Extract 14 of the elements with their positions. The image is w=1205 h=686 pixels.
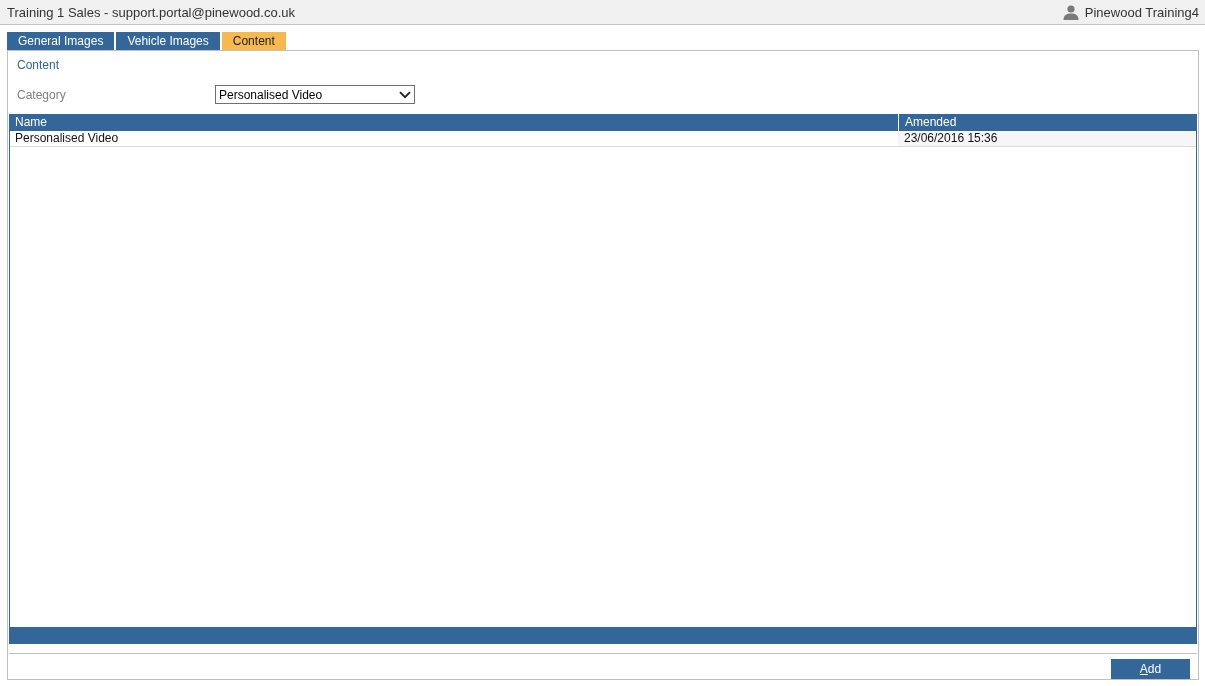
table-cell-text: Personalised Video — [14, 131, 120, 146]
add-button[interactable]: Add — [1111, 659, 1190, 679]
user-silhouette-icon — [1062, 4, 1079, 20]
category-label: Category — [17, 87, 67, 102]
window-title: Training 1 Sales - support.portal@pinewood.co.uk — [7, 4, 296, 20]
chevron-down-icon — [399, 90, 411, 99]
column-header[interactable]: Amended — [899, 114, 1197, 131]
tab[interactable]: Content — [221, 32, 286, 50]
category-dropdown[interactable]: Personalised Video — [215, 85, 415, 104]
tab[interactable]: Vehicle Images — [116, 32, 220, 50]
tab[interactable]: General Images — [7, 32, 115, 50]
section-heading: Content — [17, 58, 61, 72]
user-name[interactable]: Pinewood Training4 — [1084, 4, 1199, 20]
table-cell: 23/06/2016 15:36 — [898, 131, 1196, 146]
